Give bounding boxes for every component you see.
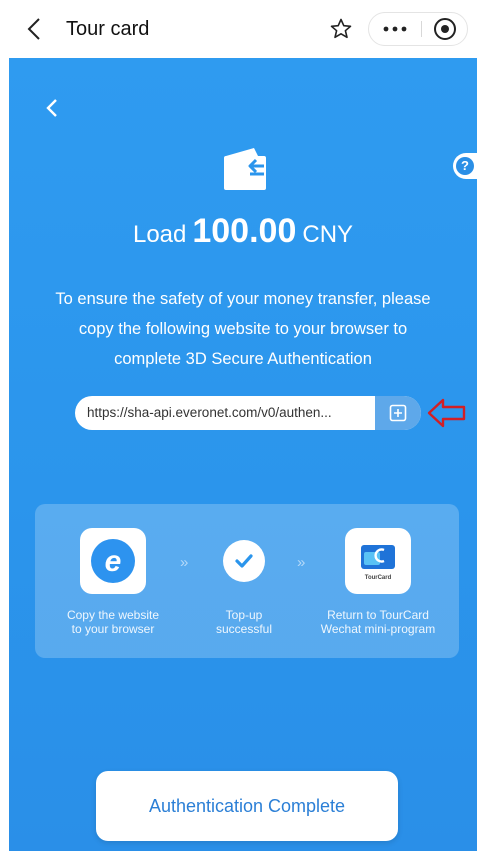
help-question-mark: ? (456, 157, 474, 175)
more-icon[interactable] (369, 13, 421, 45)
wallet-icon (220, 144, 270, 194)
mini-program-capsule (368, 12, 468, 46)
load-label: Load (132, 221, 187, 248)
copy-url-button[interactable] (375, 396, 421, 430)
browser-icon: e (80, 528, 146, 594)
chevron-right-icon: » (297, 554, 305, 571)
step-label-line: Wechat mini-program (320, 622, 436, 636)
step-label-return: Return to TourCard Wechat mini-program (313, 608, 443, 636)
load-currency: CNY (302, 221, 354, 248)
step-label-copy: Copy the website to your browser (48, 608, 178, 636)
copy-icon (389, 404, 407, 422)
step-label-line: successful (215, 622, 273, 636)
auth-url-field[interactable]: https://sha-api.everonet.com/v0/authen..… (75, 396, 421, 430)
close-mini-program-icon[interactable] (422, 13, 468, 45)
step-label-line: Return to TourCard (327, 608, 429, 622)
notice-line: To ensure the safety of your money trans… (55, 290, 431, 308)
step-label-line: Top-up (225, 608, 263, 622)
load-page: ? Load 100.00 CNY To ensure the safety of … (9, 58, 477, 851)
top-nav-bar: Tour card (0, 0, 477, 58)
notice-line: copy the following website to your brows… (78, 320, 408, 338)
load-amount: 100.00 (192, 212, 297, 250)
star-icon[interactable] (328, 16, 354, 42)
step-label-line: Copy the website (66, 608, 160, 622)
step-label-line: to your browser (71, 622, 155, 636)
tourcard-icon: TourCard (345, 528, 411, 594)
check-icon (223, 540, 265, 582)
nav-back-icon[interactable] (20, 14, 48, 44)
help-icon[interactable]: ? (453, 153, 477, 179)
red-pointer-arrow-icon (427, 397, 467, 429)
back-icon[interactable] (41, 96, 65, 120)
auth-url-text[interactable]: https://sha-api.everonet.com/v0/authen..… (87, 396, 369, 430)
nav-title: Tour card (66, 18, 150, 40)
load-amount-line: Load 100.00 CNY (9, 208, 477, 261)
step-label-topup: Top-up successful (179, 608, 309, 636)
notice-line: complete 3D Secure Authentication (114, 350, 372, 368)
steps-panel: e » » TourCard Copy the website to your … (35, 504, 459, 658)
svg-text:e: e (105, 545, 122, 578)
chevron-right-icon: » (180, 554, 188, 571)
security-notice: To ensure the safety of your money trans… (33, 284, 453, 374)
authentication-complete-button[interactable]: Authentication Complete (96, 771, 398, 841)
tourcard-logo-text: TourCard (365, 575, 392, 581)
